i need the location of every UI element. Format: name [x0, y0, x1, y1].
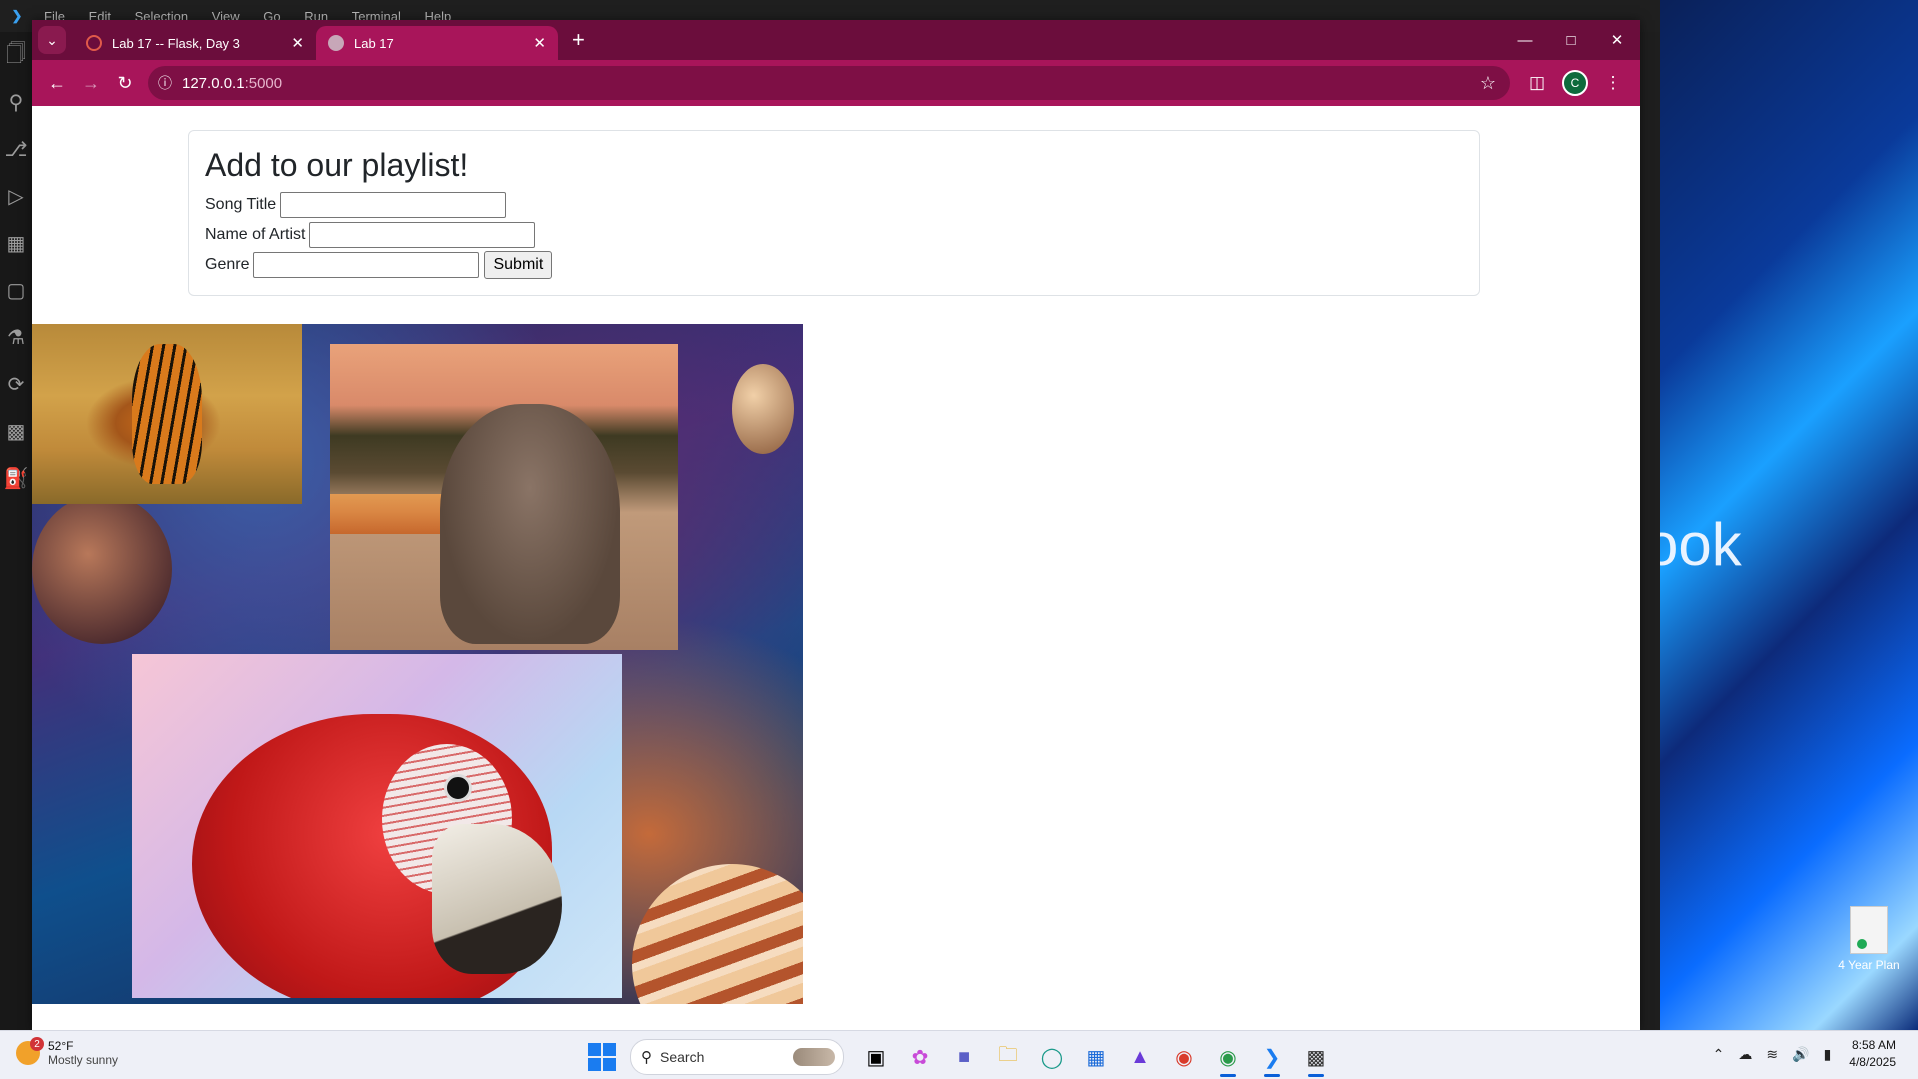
address-bar[interactable]: ⓘ 127.0.0.1:5000 ☆ — [148, 66, 1510, 100]
tab-lab17[interactable]: Lab 17 ✕ — [316, 26, 558, 60]
battery-icon[interactable]: ▮ — [1824, 1046, 1832, 1063]
close-tab-icon[interactable]: ✕ — [291, 34, 304, 52]
document-icon — [1850, 906, 1888, 954]
tab-strip: ⌄ Lab 17 -- Flask, Day 3 ✕ Lab 17 ✕ + — … — [32, 20, 1640, 60]
windows-taskbar: 2 52°F Mostly sunny ⚲ Search ▣ ✿ ■ 🗀 ◯ ▦… — [0, 1030, 1918, 1079]
back-arrow-icon[interactable]: ← — [40, 66, 74, 100]
artist-label: Name of Artist — [205, 226, 306, 243]
reload-icon[interactable]: ↻ — [108, 66, 142, 100]
run-debug-icon[interactable]: ▷ — [0, 173, 32, 220]
globe-favicon-icon — [328, 35, 344, 51]
vscode-logo-icon: ❯ — [11, 8, 23, 23]
edge-icon[interactable]: ◯ — [1030, 1037, 1074, 1077]
desktop-icon-4-year-plan[interactable]: 4 Year Plan — [1830, 906, 1908, 972]
parrot-photo — [132, 654, 622, 998]
parrot-eye — [444, 774, 472, 802]
minimize-icon[interactable]: — — [1502, 20, 1548, 60]
chevron-up-icon[interactable]: ⌃ — [1713, 1046, 1725, 1063]
search-highlight-image — [793, 1048, 835, 1066]
weather-temp: 52°F — [48, 1039, 74, 1053]
weather-widget[interactable]: 2 52°F Mostly sunny — [16, 1037, 119, 1067]
sun-icon: 2 — [16, 1037, 44, 1065]
browser-toolbar: ← → ↻ ⓘ 127.0.0.1:5000 ☆ ◫ C ⋮ — [32, 60, 1640, 106]
genre-label: Genre — [205, 256, 250, 273]
store-icon[interactable]: ▦ — [1074, 1037, 1118, 1077]
clock[interactable]: 8:58 AM 4/8/2025 — [1849, 1037, 1896, 1071]
artist-input[interactable] — [309, 222, 536, 248]
song-title-row: Song Title — [205, 190, 1463, 220]
explorer-icon[interactable]: 🗍 — [0, 32, 32, 79]
profile-initial: C — [1562, 70, 1588, 96]
new-tab-button[interactable]: + — [572, 27, 585, 53]
vscode-activity-bar: 🗍 ⚲ ⎇ ▷ ▦ ▢ ⚗ ⟳ ▩ ⛽ — [0, 32, 32, 1030]
extensions-icon[interactable]: ▦ — [0, 220, 32, 267]
notification-badge: 2 — [30, 1037, 44, 1051]
weather-desc: Mostly sunny — [48, 1053, 119, 1067]
tiger-figure — [132, 344, 202, 484]
planet-graphic — [32, 494, 172, 644]
volume-icon[interactable]: 🔊 — [1792, 1046, 1809, 1063]
search-icon[interactable]: ⚲ — [0, 79, 32, 126]
playlist-form-card: Add to our playlist! Song Title Name of … — [188, 130, 1480, 296]
browser-window: ⌄ Lab 17 -- Flask, Day 3 ✕ Lab 17 ✕ + — … — [32, 20, 1640, 1030]
vscode-taskbar-icon[interactable]: ❯ — [1250, 1037, 1294, 1077]
visual-studio-icon[interactable]: ▲ — [1118, 1037, 1162, 1077]
song-title-input[interactable] — [280, 192, 507, 218]
chrome-icon[interactable]: ◉ — [1162, 1037, 1206, 1077]
tab-search-button[interactable]: ⌄ — [38, 26, 66, 54]
search-icon: ⚲ — [641, 1049, 652, 1066]
docker-icon[interactable]: ⛽ — [0, 455, 32, 502]
tiger-photo — [32, 324, 302, 504]
profile-avatar[interactable]: C — [1556, 66, 1594, 100]
site-info-icon[interactable]: ⓘ — [148, 73, 182, 93]
teams-icon[interactable]: ■ — [942, 1037, 986, 1077]
clock-date: 4/8/2025 — [1849, 1055, 1896, 1069]
file-explorer-icon[interactable]: 🗀 — [986, 1037, 1030, 1077]
copilot-icon[interactable]: ✿ — [898, 1037, 942, 1077]
planet-graphic — [732, 364, 794, 454]
genre-row: Genre Submit — [205, 250, 1463, 280]
animal-space-collage-image — [32, 324, 803, 1004]
song-title-label: Song Title — [205, 196, 277, 213]
page-title: Add to our playlist! — [205, 147, 469, 183]
elephant-figure — [440, 404, 620, 644]
extensions-puzzle-icon[interactable]: ◫ — [1518, 66, 1556, 100]
forward-arrow-icon[interactable]: → — [74, 66, 108, 100]
elephant-photo — [330, 344, 678, 650]
bookmark-star-icon[interactable]: ☆ — [1480, 73, 1496, 94]
tab-label: Lab 17 — [354, 35, 394, 51]
remote-explorer-icon[interactable]: ▢ — [0, 267, 32, 314]
clock-time: 8:58 AM — [1851, 1038, 1896, 1052]
submit-button[interactable]: Submit — [484, 251, 553, 279]
containers-icon[interactable]: ▩ — [0, 408, 32, 455]
url-host: 127.0.0.1 — [182, 74, 245, 92]
search-label: Search — [660, 1049, 705, 1065]
terminal-icon[interactable]: ▩ — [1294, 1037, 1338, 1077]
tab-label: Lab 17 -- Flask, Day 3 — [112, 35, 240, 51]
menu-kebab-icon[interactable]: ⋮ — [1594, 66, 1632, 100]
genre-input[interactable] — [253, 252, 480, 278]
start-windows-icon[interactable] — [588, 1043, 616, 1071]
onedrive-cloud-icon[interactable]: ☁ — [1738, 1046, 1752, 1063]
task-view-icon[interactable]: ▣ — [854, 1037, 898, 1077]
close-window-icon[interactable]: ✕ — [1594, 20, 1640, 60]
taskbar-search[interactable]: ⚲ Search — [630, 1039, 844, 1075]
url-port: :5000 — [244, 74, 283, 92]
desktop-icon-label: 4 Year Plan — [1838, 958, 1900, 972]
artist-row: Name of Artist — [205, 220, 1463, 250]
page-content: Add to our playlist! Song Title Name of … — [32, 106, 1640, 1030]
taskbar-apps: ⚲ Search ▣ ✿ ■ 🗀 ◯ ▦ ▲ ◉ ◉ ❯ ▩ — [588, 1037, 1338, 1077]
testing-icon[interactable]: ⚗ — [0, 314, 32, 361]
window-controls: — □ ✕ — [1502, 20, 1640, 60]
system-tray: ⌃ ☁ ≋ 🔊 ▮ 8:58 AM 4/8/2025 — [1699, 1037, 1896, 1071]
planet-graphic — [632, 864, 803, 1004]
loading-favicon-icon — [86, 35, 102, 51]
maximize-icon[interactable]: □ — [1548, 20, 1594, 60]
wifi-icon[interactable]: ≋ — [1766, 1046, 1778, 1063]
chrome-profile-icon[interactable]: ◉ — [1206, 1037, 1250, 1077]
close-tab-icon[interactable]: ✕ — [533, 34, 546, 52]
source-control-icon[interactable]: ⎇ — [0, 126, 32, 173]
tab-lab17-flask-day3[interactable]: Lab 17 -- Flask, Day 3 ✕ — [74, 26, 316, 60]
live-share-icon[interactable]: ⟳ — [0, 361, 32, 408]
